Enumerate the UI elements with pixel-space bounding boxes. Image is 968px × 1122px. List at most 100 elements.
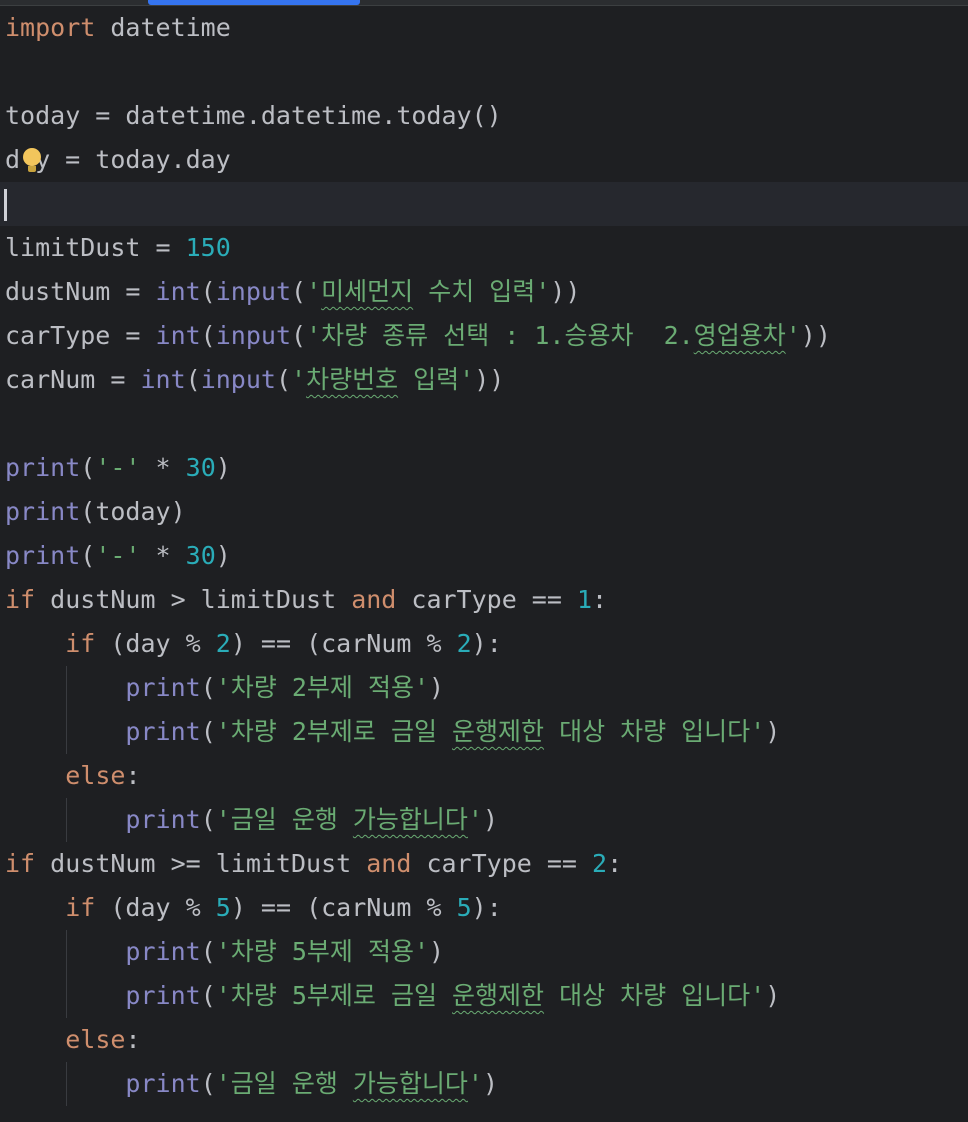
- keyword: if: [5, 585, 36, 614]
- string-literal: '금일 운행: [215, 805, 353, 834]
- code-line[interactable]: print('-' * 30): [0, 446, 968, 490]
- paren: ): [215, 453, 231, 482]
- string-literal: '차량 2부제 적용': [215, 673, 430, 702]
- code-text: dustNum > limitDust: [35, 585, 352, 614]
- keyword: if: [5, 849, 36, 878]
- builtin: int: [155, 277, 201, 306]
- code-line[interactable]: if (day % 2) == (carNum % 2):: [0, 622, 968, 666]
- paren: (: [185, 365, 201, 394]
- string-literal: 입력': [398, 365, 475, 394]
- string-literal: 대상 차량 입니다': [544, 981, 766, 1010]
- paren: (: [80, 453, 96, 482]
- code-line-empty[interactable]: [0, 402, 968, 446]
- paren: (: [291, 277, 307, 306]
- builtin: print: [5, 541, 81, 570]
- code-line[interactable]: d y = today.day: [0, 138, 968, 182]
- code-line[interactable]: carNum = int(input('차량번호 입력')): [0, 358, 968, 402]
- number-literal: 5: [215, 893, 231, 922]
- code-line[interactable]: carType = int(input('차량 종류 선택 : 1.승용차 2.…: [0, 314, 968, 358]
- string-literal: '-': [95, 453, 141, 482]
- lightbulb-icon[interactable]: [22, 148, 42, 172]
- string-literal: '차량 2부제로 금일: [215, 717, 453, 746]
- number-literal: 30: [185, 541, 216, 570]
- code-line[interactable]: print('금일 운행 가능합니다'): [0, 798, 968, 842]
- string-literal: ': [467, 1069, 483, 1098]
- paren: ): [765, 717, 781, 746]
- number-literal: 2: [592, 849, 608, 878]
- code-line[interactable]: print(today): [0, 490, 968, 534]
- code-text: dustNum =: [5, 277, 156, 306]
- code-text: ) == (carNum %: [230, 629, 457, 658]
- builtin: print: [125, 717, 201, 746]
- string-literal: '차량 5부제로 금일: [215, 981, 453, 1010]
- operator: *: [140, 541, 186, 570]
- code-line[interactable]: print('차량 5부제 적용'): [0, 930, 968, 974]
- spelling-warning: 운행제한: [452, 717, 545, 746]
- keyword: and: [351, 585, 397, 614]
- string-literal: ': [785, 321, 801, 350]
- code-text: datetime: [95, 13, 231, 42]
- code-line[interactable]: if (day % 5) == (carNum % 5):: [0, 886, 968, 930]
- string-literal: ': [306, 277, 322, 306]
- code-text: y = today.day: [35, 145, 231, 174]
- code-text: carNum =: [5, 365, 141, 394]
- code-line[interactable]: else:: [0, 1018, 968, 1062]
- code-line[interactable]: today = datetime.datetime.today(): [0, 94, 968, 138]
- builtin: print: [5, 497, 81, 526]
- code-line[interactable]: print('차량 5부제로 금일 운행제한 대상 차량 입니다'): [0, 974, 968, 1018]
- paren: ): [482, 805, 499, 834]
- string-literal: ': [467, 805, 483, 834]
- number-literal: 2: [456, 629, 472, 658]
- builtin: int: [140, 365, 186, 394]
- spelling-warning: 가능합니다: [352, 805, 468, 834]
- paren: (: [200, 937, 216, 966]
- code-line[interactable]: if dustNum > limitDust and carType == 1:: [0, 578, 968, 622]
- code-text: :: [125, 761, 141, 790]
- string-literal: '차량 5부제 적용': [215, 937, 430, 966]
- string-literal: 대상 차량 입니다': [544, 717, 766, 746]
- paren: (: [200, 673, 216, 702]
- paren: (: [200, 1069, 216, 1098]
- number-literal: 5: [456, 893, 472, 922]
- code-line-empty[interactable]: [0, 50, 968, 94]
- current-line[interactable]: [0, 182, 968, 226]
- code-line[interactable]: print('차량 2부제로 금일 운행제한 대상 차량 입니다'): [0, 710, 968, 754]
- paren: ): [429, 673, 445, 702]
- paren: ): [765, 981, 781, 1010]
- keyword: if: [65, 629, 96, 658]
- code-text: today = datetime.datetime.today(): [5, 101, 502, 130]
- code-line[interactable]: import datetime: [0, 6, 968, 50]
- code-line[interactable]: dustNum = int(input('미세먼지 수치 입력')): [0, 270, 968, 314]
- text-caret: [4, 189, 7, 221]
- code-line[interactable]: if dustNum >= limitDust and carType == 2…: [0, 842, 968, 886]
- string-literal: '금일 운행: [215, 1069, 353, 1098]
- code-text: limitDust =: [5, 233, 186, 262]
- code-text: (today): [80, 497, 186, 526]
- horizontal-scrollbar-thumb[interactable]: [148, 0, 360, 5]
- string-literal: '차량 종류 선택 : 1.승용차 2.: [306, 321, 694, 350]
- builtin: input: [215, 321, 291, 350]
- paren: (: [291, 321, 307, 350]
- code-text: (day %: [95, 629, 216, 658]
- string-literal: 수치 입력': [413, 277, 551, 306]
- code-line[interactable]: print('차량 2부제 적용'): [0, 666, 968, 710]
- code-line[interactable]: else:: [0, 754, 968, 798]
- spelling-warning: 차량번호: [306, 365, 399, 394]
- builtin: print: [5, 453, 81, 482]
- paren: )): [474, 365, 505, 394]
- code-text: dustNum >= limitDust: [35, 849, 367, 878]
- code-line[interactable]: print('-' * 30): [0, 534, 968, 578]
- builtin: int: [155, 321, 201, 350]
- code-editor[interactable]: import datetime today = datetime.datetim…: [0, 6, 968, 1106]
- paren: (: [200, 717, 216, 746]
- code-text: :: [592, 585, 608, 614]
- code-line[interactable]: limitDust = 150: [0, 226, 968, 270]
- spelling-warning: 가능합니다: [352, 1069, 468, 1098]
- spelling-warning: 미세먼지: [321, 277, 414, 306]
- code-text: ):: [471, 629, 502, 658]
- builtin: print: [125, 805, 201, 834]
- paren: )): [800, 321, 831, 350]
- keyword: import: [5, 13, 96, 42]
- code-line[interactable]: print('금일 운행 가능합니다'): [0, 1062, 968, 1106]
- string-literal: ': [291, 365, 307, 394]
